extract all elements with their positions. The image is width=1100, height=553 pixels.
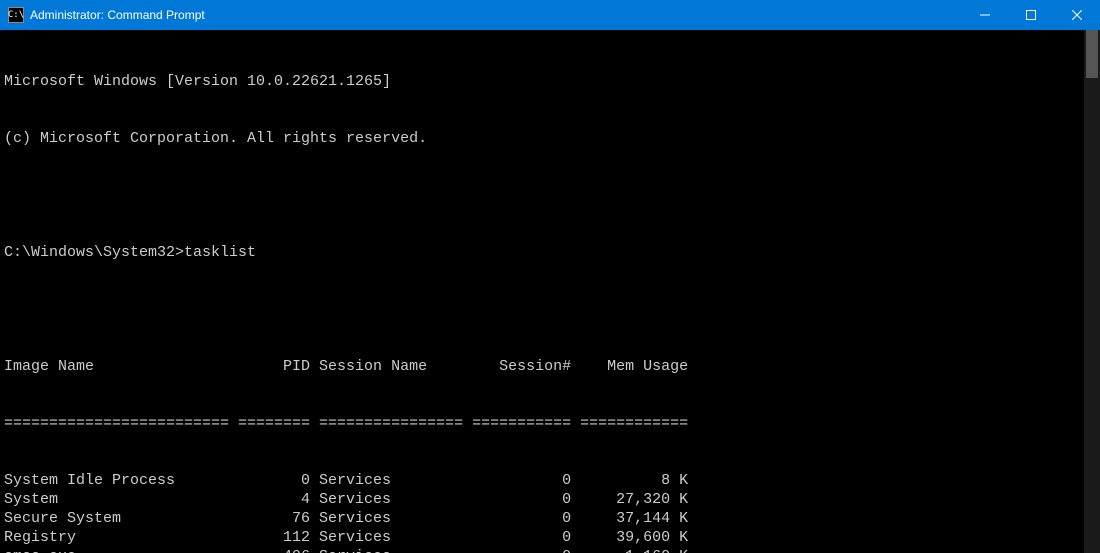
prompt-command: tasklist (184, 244, 256, 261)
banner-line-2: (c) Microsoft Corporation. All rights re… (4, 129, 1100, 148)
table-row: Registry 112 Services 0 39,600 K (4, 528, 1100, 547)
terminal-output[interactable]: Microsoft Windows [Version 10.0.22621.12… (0, 30, 1100, 553)
table-row: Secure System 76 Services 0 37,144 K (4, 509, 1100, 528)
table-row: smss.exe 496 Services 0 1,160 K (4, 547, 1100, 553)
window-title: Administrator: Command Prompt (30, 8, 205, 22)
prompt-path: C:\Windows\System32> (4, 244, 184, 261)
vertical-scrollbar[interactable] (1084, 30, 1100, 553)
table-row: System Idle Process 0 Services 0 8 K (4, 471, 1100, 490)
minimize-button[interactable] (962, 0, 1008, 30)
window-titlebar: C:\ Administrator: Command Prompt (0, 0, 1100, 30)
close-button[interactable] (1054, 0, 1100, 30)
table-row: System 4 Services 0 27,320 K (4, 490, 1100, 509)
table-separator: ========================= ======== =====… (4, 414, 1100, 433)
table-body: System Idle Process 0 Services 0 8 KSyst… (4, 471, 1100, 553)
cmd-prompt-icon: C:\ (8, 7, 24, 23)
maximize-button[interactable] (1008, 0, 1054, 30)
blank-line (4, 300, 1100, 319)
blank-line (4, 186, 1100, 205)
scrollbar-thumb[interactable] (1086, 30, 1098, 78)
table-header: Image Name PID Session Name Session# Mem… (4, 357, 1100, 376)
banner-line-1: Microsoft Windows [Version 10.0.22621.12… (4, 72, 1100, 91)
command-prompt-line: C:\Windows\System32>tasklist (4, 243, 1100, 262)
